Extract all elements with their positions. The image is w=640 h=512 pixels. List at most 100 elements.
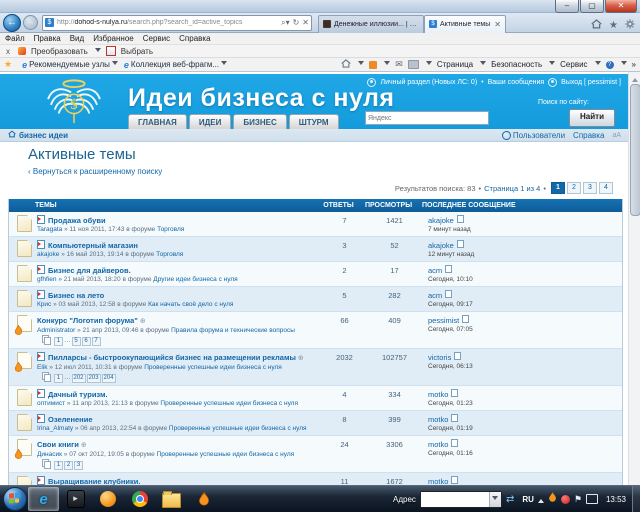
topic-author-link[interactable]: Administrator [37,327,75,334]
topic-page-number[interactable]: 1 [54,337,63,346]
topic-forum-link[interactable]: Проверенные успешные идеи бизнеса с нуля [160,400,298,407]
topic-title-link[interactable]: Продажа обуви [48,216,106,225]
printer-icon[interactable] [408,60,419,69]
last-post-author-link[interactable]: victoris [428,353,451,362]
topic-forum-link[interactable]: Проверенные успешные идеи бизнеса с нуля [169,425,307,432]
chevron-down-icon[interactable] [549,61,555,68]
pagination-page[interactable]: 4 [599,182,613,194]
nav-tab-storm[interactable]: ШТУРМ [289,114,339,129]
your-messages-link[interactable]: Ваши сообщения [488,79,545,86]
site-search-input[interactable] [365,111,489,125]
home-icon[interactable] [341,59,351,70]
new-post-icon[interactable] [37,352,45,361]
topic-title-link[interactable]: Бизнес для дайверов. [48,266,131,275]
select-addon-button[interactable]: Выбрать [121,47,153,56]
address-go-icon[interactable]: ⇄ [506,494,514,505]
taskbar-folder-icon[interactable] [156,487,187,511]
users-link[interactable]: Пользователи [513,131,565,140]
topic-page-number[interactable]: 7 [92,337,101,346]
scroll-up-arrow[interactable] [630,72,639,82]
goto-last-post-icon[interactable] [451,439,458,447]
action-center-flag-icon[interactable]: ⚑ [574,494,582,505]
tab-inactive[interactable]: Денежные иллюзии... | Бегст... [318,15,424,33]
topic-author-link[interactable]: Крис [37,301,51,308]
topic-title-link[interactable]: Озеленение [48,415,92,424]
chevron-down-icon[interactable] [384,61,390,68]
command-page-button[interactable]: Страница [437,60,473,69]
topic-forum-link[interactable]: Как начать своё дело с нуля [148,301,233,308]
scrollbar-thumb[interactable] [630,84,640,216]
taskbar-clock[interactable]: 13:53 [606,495,626,504]
topic-author-link[interactable]: gfhfien [37,276,57,283]
last-post-author-link[interactable]: pessimist [428,316,459,325]
rss-feed-icon[interactable] [369,61,377,69]
minimize-button[interactable]: – [555,0,579,13]
window-titlebar[interactable]: – ▢ ✕ [0,0,640,13]
topic-author-link[interactable]: akajoke [37,251,59,258]
goto-last-post-icon[interactable] [445,290,452,298]
address-toolbar[interactable] [420,491,502,508]
taskbar-chrome-icon[interactable] [124,487,155,511]
taskbar-ie-icon[interactable]: e [28,487,59,511]
command-tools-button[interactable]: Сервис [560,60,587,69]
topic-title-link[interactable]: Свои книги [37,440,79,449]
font-size-widget[interactable]: аА [612,132,621,139]
menu-view[interactable]: Вид [70,34,84,43]
chevron-down-icon[interactable] [426,61,432,68]
topic-page-number[interactable]: 5 [72,337,81,346]
site-search-button[interactable]: Найти [569,109,615,127]
goto-last-post-icon[interactable] [454,352,461,360]
tray-red-icon[interactable] [561,495,570,504]
new-post-icon[interactable] [37,414,45,423]
show-hidden-icons-arrow[interactable] [538,496,544,503]
taskbar-dark-app-icon[interactable]: ▸ [60,487,91,511]
topic-title-link[interactable]: Бизнес на лето [48,291,104,300]
topic-author-link[interactable]: Irina_Almaty [37,425,73,432]
chevron-down-icon[interactable] [95,48,101,55]
topic-author-link[interactable]: оптимист [37,400,65,407]
forward-button[interactable]: → [23,15,38,30]
last-post-author-link[interactable]: acm [428,266,442,275]
topic-page-number[interactable]: 204 [102,374,116,383]
tray-flame-icon[interactable] [548,490,557,508]
topic-title-link[interactable]: Дачный туризм. [48,390,108,399]
chevron-down-icon[interactable] [595,61,601,68]
search-dropdown-icon[interactable]: ⌕▾ [281,18,290,28]
goto-last-post-icon[interactable] [451,476,458,484]
vertical-scrollbar[interactable] [628,72,640,492]
personal-section-link[interactable]: Личный раздел (Новых ЛС: 0) [380,79,477,86]
taskbar-flame-icon[interactable] [188,487,219,511]
new-post-icon[interactable] [37,476,45,485]
overflow-chevron[interactable]: » [632,60,636,69]
chevron-down-icon[interactable] [480,61,486,68]
topic-page-number[interactable]: 1 [54,461,63,470]
address-dropdown-button[interactable] [489,492,501,507]
maximize-button[interactable]: ▢ [580,0,604,13]
topic-title-link[interactable]: Конкурс "Логотип форума" [37,316,138,325]
new-post-icon[interactable] [37,290,45,299]
breadcrumb[interactable]: бизнес идеи [19,131,68,140]
topic-page-number[interactable]: 202 [72,374,86,383]
topic-title-link[interactable]: Компьютерный магазин [48,241,138,250]
topic-page-number[interactable]: 6 [82,337,91,346]
help-link[interactable]: Справка [573,131,604,140]
topic-author-link[interactable]: Динасик [37,451,62,458]
goto-last-post-icon[interactable] [445,265,452,273]
convert-addon-button[interactable]: Преобразовать [31,47,88,56]
topic-page-number[interactable]: 2 [64,461,73,470]
topic-forum-link[interactable]: Торговля [157,226,184,233]
topic-forum-link[interactable]: Проверенные успешные идеи бизнеса с нуля [144,364,282,371]
chevron-down-icon[interactable] [621,61,627,68]
tab-close-icon[interactable]: ✕ [494,20,501,29]
last-post-author-link[interactable]: akajoke [428,216,454,225]
favorites-star-icon[interactable]: ★ [609,20,618,31]
topic-title-link[interactable]: Пилларсы - быстроокупающийся бизнес на р… [48,353,296,362]
command-safety-button[interactable]: Безопасность [491,60,542,69]
site-logo[interactable]: $ [45,77,103,132]
address-bar[interactable]: $ http://dohod-s-nulya.ru/search.php?sea… [42,15,312,31]
chevron-down-icon[interactable] [358,61,364,68]
stop-icon[interactable]: ✕ [302,18,309,27]
new-post-icon[interactable] [37,265,45,274]
help-icon[interactable]: ? [606,61,614,69]
language-indicator[interactable]: RU [522,495,534,504]
